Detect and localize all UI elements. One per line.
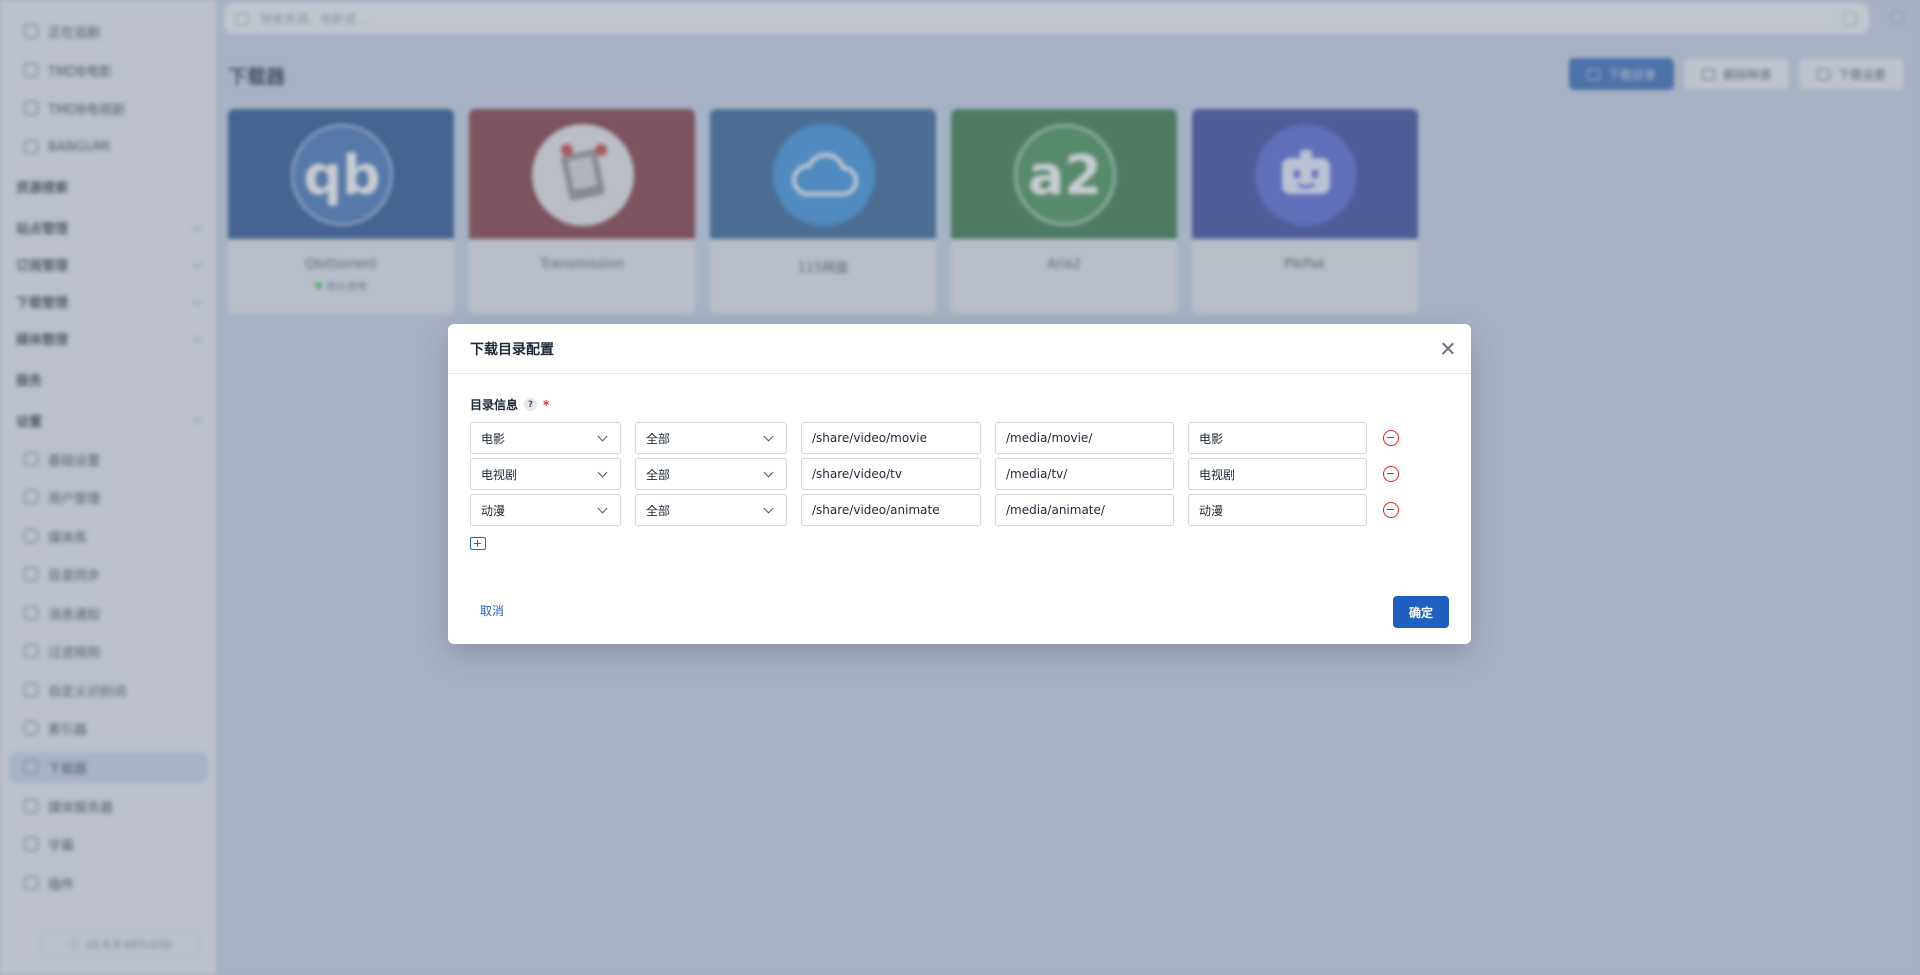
download-path-input[interactable]: /share/video/tv xyxy=(801,458,981,490)
category-select[interactable]: 全部 xyxy=(635,458,787,490)
help-icon[interactable]: ? xyxy=(524,398,538,411)
confirm-button[interactable]: 确定 xyxy=(1393,596,1449,628)
library-path-input[interactable]: /media/tv/ xyxy=(995,458,1174,490)
media-type-select[interactable]: 动漫 xyxy=(470,494,621,526)
library-path-input[interactable]: /media/movie/ xyxy=(995,422,1174,454)
close-icon[interactable] xyxy=(1438,339,1458,359)
download-path-input[interactable]: /share/video/movie xyxy=(801,422,981,454)
download-path-input[interactable]: /share/video/animate xyxy=(801,494,981,526)
add-folder-icon[interactable] xyxy=(470,537,486,550)
chevron-down-icon xyxy=(763,467,774,478)
media-type-select[interactable]: 电视剧 xyxy=(470,458,621,490)
dialog-title: 下载目录配置 xyxy=(448,324,1471,374)
media-type-select[interactable]: 电影 xyxy=(470,422,621,454)
remove-row-icon[interactable] xyxy=(1383,466,1399,482)
category-select[interactable]: 全部 xyxy=(635,422,787,454)
chevron-down-icon xyxy=(763,431,774,442)
library-path-input[interactable]: /media/animate/ xyxy=(995,494,1174,526)
remove-row-icon[interactable] xyxy=(1383,502,1399,518)
category-select[interactable]: 全部 xyxy=(635,494,787,526)
chevron-down-icon xyxy=(597,503,608,514)
dir-label-input[interactable]: 动漫 xyxy=(1188,494,1367,526)
chevron-down-icon xyxy=(763,503,774,514)
chevron-down-icon xyxy=(597,467,608,478)
dir-info-label: 目录信息 ? * xyxy=(470,397,550,413)
dir-label-input[interactable]: 电影 xyxy=(1188,422,1367,454)
remove-row-icon[interactable] xyxy=(1383,430,1399,446)
required-mark: * xyxy=(543,397,550,412)
chevron-down-icon xyxy=(597,431,608,442)
download-dir-dialog: 下载目录配置 目录信息 ? * 电影 全部 /share/video/movie… xyxy=(448,324,1471,644)
dir-label-input[interactable]: 电视剧 xyxy=(1188,458,1367,490)
cancel-button[interactable]: 取消 xyxy=(470,596,514,624)
